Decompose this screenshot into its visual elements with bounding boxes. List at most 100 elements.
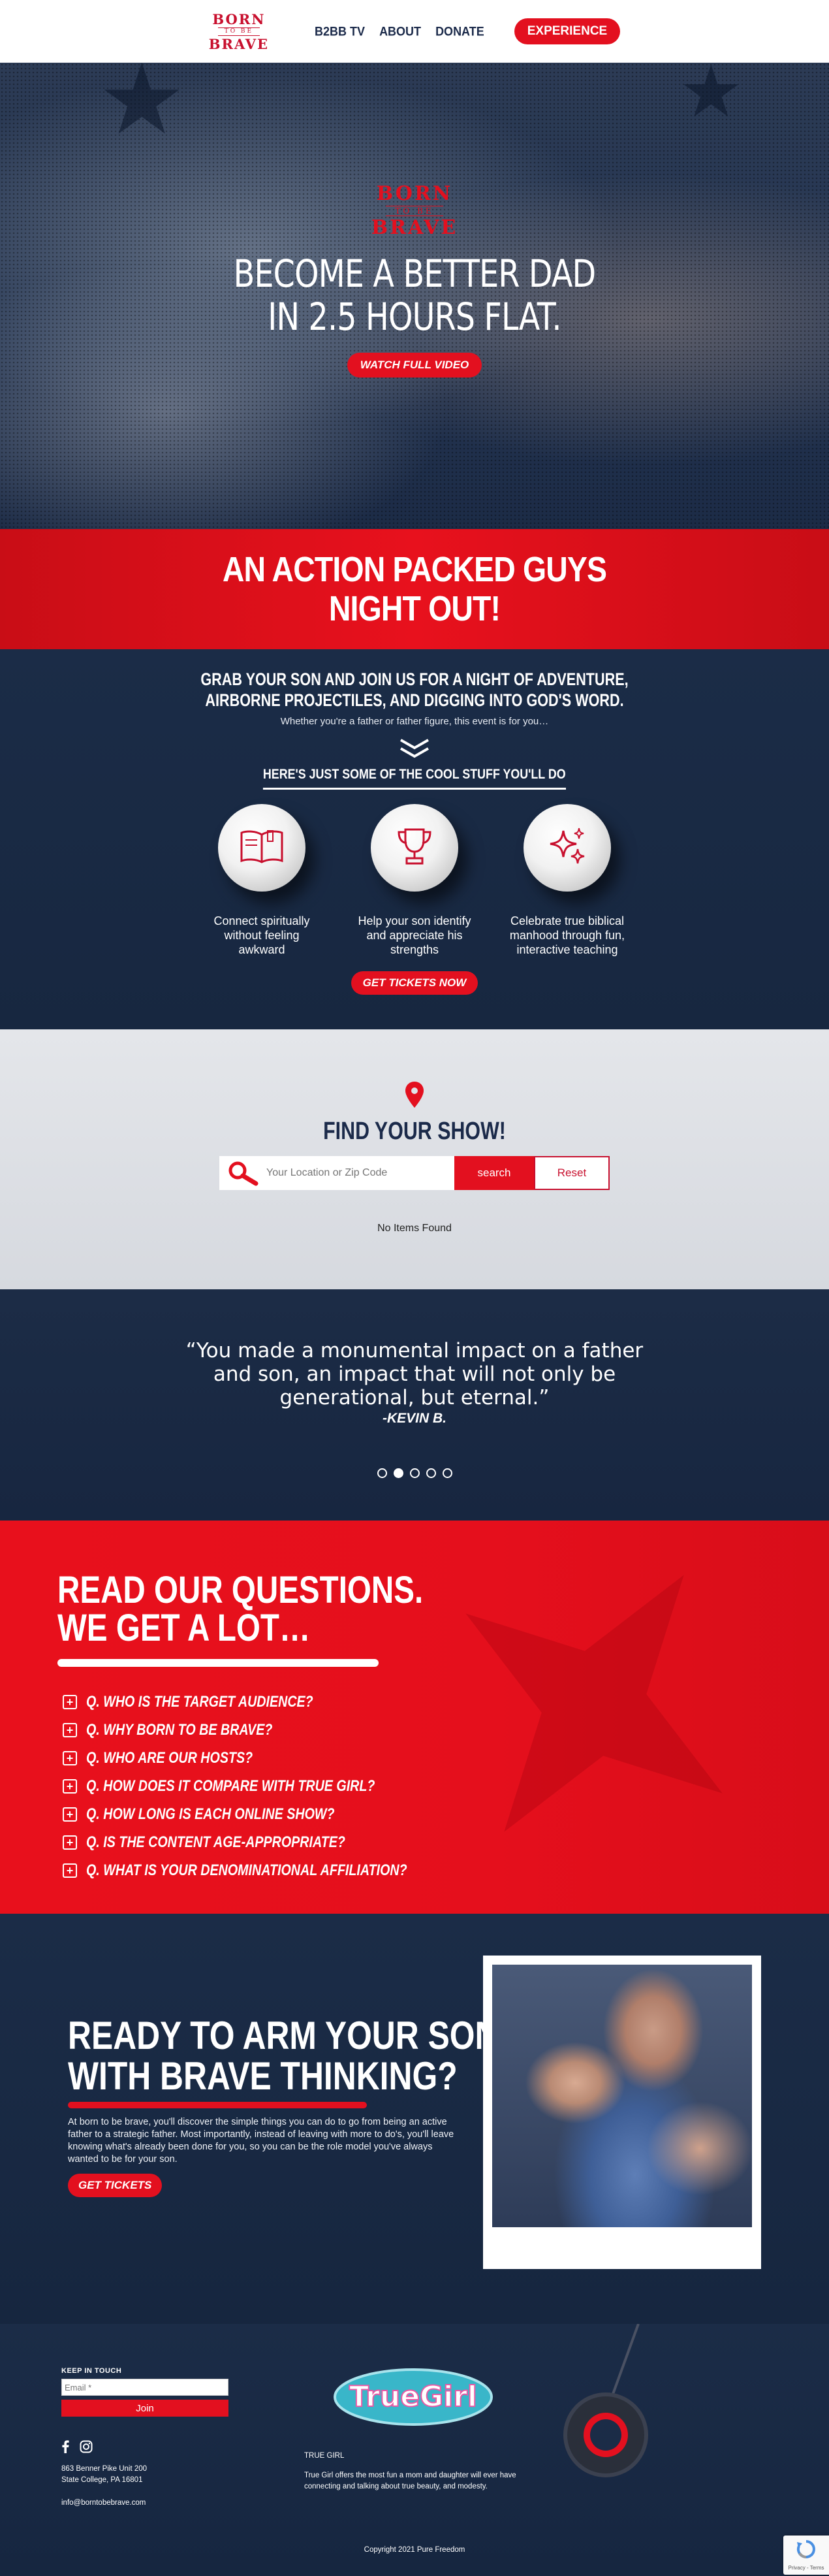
intro-sub: Whether you're a father or father figure… (280, 716, 549, 727)
hero-logo-line-1: BORN (376, 182, 453, 205)
feature-list: Connect spiritually without feeling awkw… (0, 804, 829, 957)
faq-item[interactable]: + Q. WHAT IS YOUR DENOMINATIONAL AFFILIAT… (63, 1856, 478, 1884)
true-girl-logo-text: TrueGirl (349, 2380, 477, 2413)
faq-question: Q. WHO IS THE TARGET AUDIENCE? (86, 1692, 313, 1711)
hero-headline-line-2: IN 2.5 HOURS FLAT. (268, 295, 561, 339)
hero-logo-line-2: TO BE (386, 206, 443, 216)
slider-dot[interactable] (409, 1468, 420, 1478)
faq-question: Q. WHO ARE OUR HOSTS? (86, 1748, 253, 1767)
feature-text: Connect spiritually without feeling awkw… (213, 914, 310, 956)
get-tickets-button[interactable]: GET TICKETS (68, 2174, 163, 2197)
photo-frame (483, 1956, 761, 2269)
faq-list: + Q. WHO IS THE TARGET AUDIENCE? + Q. WHY … (63, 1688, 478, 1884)
faq-title-line-1: READ OUR QUESTIONS. (57, 1569, 424, 1611)
site-logo[interactable]: BORN TO BE BRAVE (209, 12, 269, 51)
recaptcha-terms[interactable]: Privacy - Terms (789, 2565, 824, 2571)
faq-item[interactable]: + Q. WHO IS THE TARGET AUDIENCE? (63, 1688, 478, 1716)
band-heading-line-2: NIGHT OUT! (328, 589, 501, 628)
faq-title-line-2: WE GET A LOT… (57, 1607, 311, 1649)
logo-line-1: BORN (212, 10, 266, 27)
plus-icon: + (63, 1722, 77, 1737)
search-button[interactable]: search (454, 1156, 534, 1190)
hero-content: BORN TO BE BRAVE BECOME A BETTER DAD IN … (0, 184, 829, 378)
nav-link-about[interactable]: ABOUT (379, 24, 421, 39)
faq-section: READ OUR QUESTIONS. WE GET A LOT… + Q. WH… (0, 1521, 829, 1914)
testimonial-quote: “You made a monumental impact on a fathe… (185, 1339, 644, 1409)
feature-ball (524, 804, 611, 892)
address-line-1: 863 Benner Pike Unit 200 (61, 2465, 148, 2473)
plus-icon: + (63, 1807, 77, 1822)
nav-link-b2bb-tv[interactable]: B2BB TV (315, 24, 365, 39)
true-girl-logo[interactable]: TrueGirl (332, 2363, 495, 2428)
faq-item[interactable]: + Q. HOW DOES IT COMPARE WITH TRUE GIRL? (63, 1772, 478, 1800)
faq-question: Q. IS THE CONTENT AGE-APPROPRIATE? (86, 1833, 345, 1851)
top-nav: BORN TO BE BRAVE B2BB TV ABOUT DONATE EX… (0, 0, 829, 63)
arm-body: At born to be brave, you'll discover the… (68, 2117, 454, 2165)
intro-lead: GRAB YOUR SON AND JOIN US FOR A NIGHT OF… (83, 669, 746, 711)
faq-item[interactable]: + Q. WHO ARE OUR HOSTS? (63, 1744, 478, 1772)
feature-item: Celebrate true biblical manhood through … (505, 804, 629, 957)
footer-email-link[interactable]: info@borntobebrave.com (61, 2499, 146, 2507)
faq-divider (57, 1659, 379, 1667)
get-tickets-now-button[interactable]: GET TICKETS NOW (351, 971, 478, 995)
copyright: Copyright 2021 Pure Freedom (364, 2546, 465, 2554)
features-section: GRAB YOUR SON AND JOIN US FOR A NIGHT OF… (0, 649, 829, 1029)
trophy-icon (395, 826, 434, 871)
reset-button[interactable]: Reset (534, 1156, 610, 1190)
faq-item[interactable]: + Q. IS THE CONTENT AGE-APPROPRIATE? (63, 1828, 478, 1856)
intro-lead-line-1: GRAB YOUR SON AND JOIN US FOR A NIGHT OF… (200, 669, 629, 689)
faq-question: Q. WHY BORN TO BE BRAVE? (86, 1720, 273, 1739)
no-items-message: No Items Found (377, 1223, 452, 1234)
feature-item: Help your son identify and appreciate hi… (352, 804, 477, 957)
double-chevron-down-icon (398, 737, 431, 763)
hero-headline-line-1: BECOME A BETTER DAD (233, 251, 597, 296)
search-box (219, 1156, 454, 1190)
feature-item: Connect spiritually without feeling awkw… (200, 804, 324, 957)
tire-swing-icon (540, 2323, 671, 2481)
watch-full-video-button[interactable]: WATCH FULL VIDEO (347, 353, 482, 378)
logo-line-2: TO BE (217, 27, 260, 36)
newsletter-email-input[interactable] (61, 2379, 228, 2396)
audience-photo (492, 1965, 752, 2227)
experience-button[interactable]: EXPERIENCE (514, 18, 621, 44)
hero-headline: BECOME A BETTER DAD IN 2.5 HOURS FLAT. (74, 252, 754, 338)
recaptcha-badge[interactable]: Privacy - Terms (783, 2536, 829, 2575)
join-button[interactable]: Join (61, 2400, 228, 2417)
band-heading-line-1: AN ACTION PACKED GUYS (222, 550, 607, 589)
faq-item[interactable]: + Q. HOW LONG IS EACH ONLINE SHOW? (63, 1800, 478, 1828)
hero-section: ★ ★ BORN TO BE BRAVE BECOME A BETTER DAD… (0, 63, 829, 529)
plus-icon: + (63, 1779, 77, 1794)
arm-title-line-2: WITH BRAVE THINKING? (68, 2054, 458, 2098)
arm-your-son-section: READY TO ARM YOUR SON WITH BRAVE THINKIN… (0, 1914, 829, 2324)
faq-question: Q. HOW DOES IT COMPARE WITH TRUE GIRL? (86, 1777, 375, 1795)
intro-lead-line-2: AIRBORNE PROJECTILES, AND DIGGING INTO G… (205, 690, 624, 710)
instagram-icon[interactable] (80, 2440, 93, 2456)
sparkles-icon (546, 826, 588, 871)
testimonial-section: “You made a monumental impact on a fathe… (0, 1289, 829, 1521)
search-row: search Reset (0, 1156, 829, 1190)
nav-link-donate[interactable]: DONATE (435, 24, 484, 39)
footer-address: 863 Benner Pike Unit 200 State College, … (61, 2464, 147, 2486)
feature-ball (371, 804, 458, 892)
faq-item[interactable]: + Q. WHY BORN TO BE BRAVE? (63, 1716, 478, 1744)
recaptcha-icon (796, 2539, 816, 2562)
facebook-icon[interactable] (61, 2440, 69, 2456)
testimonial-author: -KEVIN B. (382, 1411, 446, 1426)
true-girl-description: True Girl offers the most fun a mom and … (304, 2471, 516, 2490)
slider-dot[interactable] (377, 1468, 387, 1478)
search-icon (219, 1160, 266, 1186)
slider-dot[interactable] (442, 1468, 452, 1478)
faq-question: Q. HOW LONG IS EACH ONLINE SHOW? (86, 1805, 335, 1823)
slider-dot[interactable] (426, 1468, 436, 1478)
faq-title: READ OUR QUESTIONS. WE GET A LOT… (57, 1571, 423, 1647)
location-search-input[interactable] (266, 1167, 443, 1179)
social-links (61, 2440, 93, 2456)
find-show-section: FIND YOUR SHOW! search Reset No Items Fo… (0, 1029, 829, 1289)
plus-icon: + (63, 1835, 77, 1850)
plus-icon: + (63, 1694, 77, 1709)
plus-icon: + (63, 1750, 77, 1765)
hero-logo: BORN TO BE BRAVE (371, 184, 458, 238)
slider-dot-active[interactable] (393, 1468, 403, 1478)
faq-question: Q. WHAT IS YOUR DENOMINATIONAL AFFILIATI… (86, 1861, 407, 1879)
keep-in-touch-label: KEEP IN TOUCH (61, 2367, 122, 2375)
